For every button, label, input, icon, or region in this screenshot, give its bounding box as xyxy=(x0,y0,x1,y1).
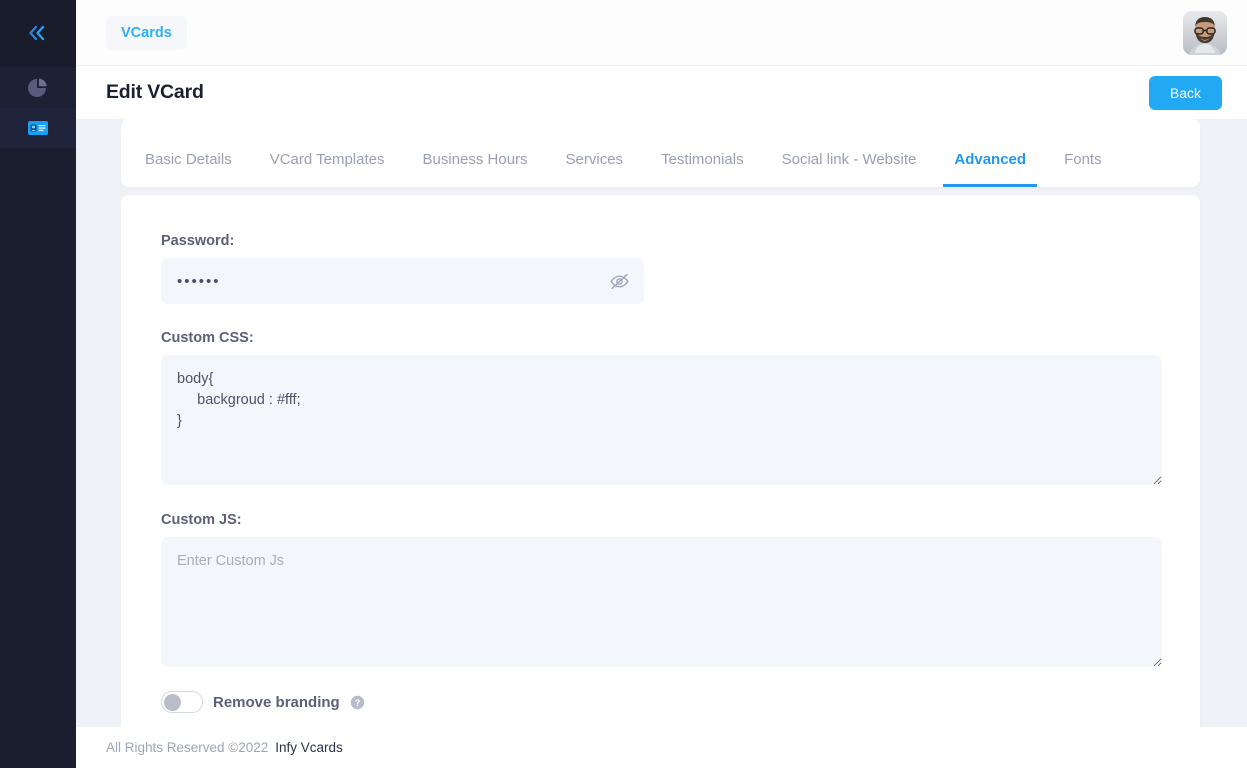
breadcrumb-vcards[interactable]: VCards xyxy=(106,16,187,50)
custom-css-label: Custom CSS: xyxy=(161,330,1160,346)
sidebar-item-vcards[interactable] xyxy=(0,108,76,148)
password-input[interactable] xyxy=(161,258,644,304)
pie-chart-icon xyxy=(26,76,50,100)
topbar: VCards xyxy=(76,0,1247,66)
custom-css-textarea[interactable]: body{ backgroud : #fff; } xyxy=(161,355,1162,485)
sidebar xyxy=(0,0,76,768)
id-card-icon xyxy=(26,116,50,140)
toggle-knob xyxy=(164,694,181,711)
tabs-bar: Basic Details VCard Templates Business H… xyxy=(121,119,1200,187)
custom-js-textarea[interactable] xyxy=(161,537,1162,667)
footer: All Rights Reserved ©2022 Infy Vcards xyxy=(76,727,1247,768)
remove-branding-toggle[interactable] xyxy=(161,691,203,713)
remove-branding-label: Remove branding xyxy=(213,694,340,711)
sidebar-collapse-button[interactable] xyxy=(21,16,55,50)
avatar-image xyxy=(1183,11,1227,55)
chevron-double-left-icon xyxy=(27,24,49,42)
app-root: VCards Edit VC xyxy=(0,0,1247,768)
password-field-wrapper xyxy=(161,258,644,304)
password-label: Password: xyxy=(161,233,1160,249)
tab-social-link-website[interactable]: Social link - Website xyxy=(771,151,928,187)
page-header: Edit VCard Back xyxy=(76,66,1247,119)
svg-text:?: ? xyxy=(354,697,359,707)
tab-advanced[interactable]: Advanced xyxy=(943,151,1037,187)
remove-branding-row: Remove branding ? xyxy=(161,691,1160,713)
footer-brand[interactable]: Infy Vcards xyxy=(275,740,343,755)
custom-js-label: Custom JS: xyxy=(161,512,1160,528)
content-area: Basic Details VCard Templates Business H… xyxy=(76,119,1247,727)
question-circle-icon[interactable]: ? xyxy=(350,695,365,710)
sidebar-item-dashboard[interactable] xyxy=(0,68,76,108)
sidebar-header xyxy=(0,0,76,66)
advanced-form-card: Password: Custom CSS: body{ backgroud : … xyxy=(121,195,1200,727)
sidebar-nav xyxy=(0,66,76,148)
avatar[interactable] xyxy=(1183,11,1227,55)
tab-business-hours[interactable]: Business Hours xyxy=(411,151,538,187)
footer-rights: All Rights Reserved ©2022 xyxy=(106,740,268,755)
tab-fonts[interactable]: Fonts xyxy=(1053,151,1113,187)
tab-vcard-templates[interactable]: VCard Templates xyxy=(259,151,396,187)
password-visibility-toggle[interactable] xyxy=(608,270,630,292)
content-inner: Basic Details VCard Templates Business H… xyxy=(76,119,1247,727)
tab-basic-details[interactable]: Basic Details xyxy=(134,151,243,187)
tab-testimonials[interactable]: Testimonials xyxy=(650,151,755,187)
eye-slash-icon xyxy=(609,271,630,292)
page-title: Edit VCard xyxy=(106,81,204,104)
back-button[interactable]: Back xyxy=(1149,76,1222,110)
tab-services[interactable]: Services xyxy=(555,151,635,187)
